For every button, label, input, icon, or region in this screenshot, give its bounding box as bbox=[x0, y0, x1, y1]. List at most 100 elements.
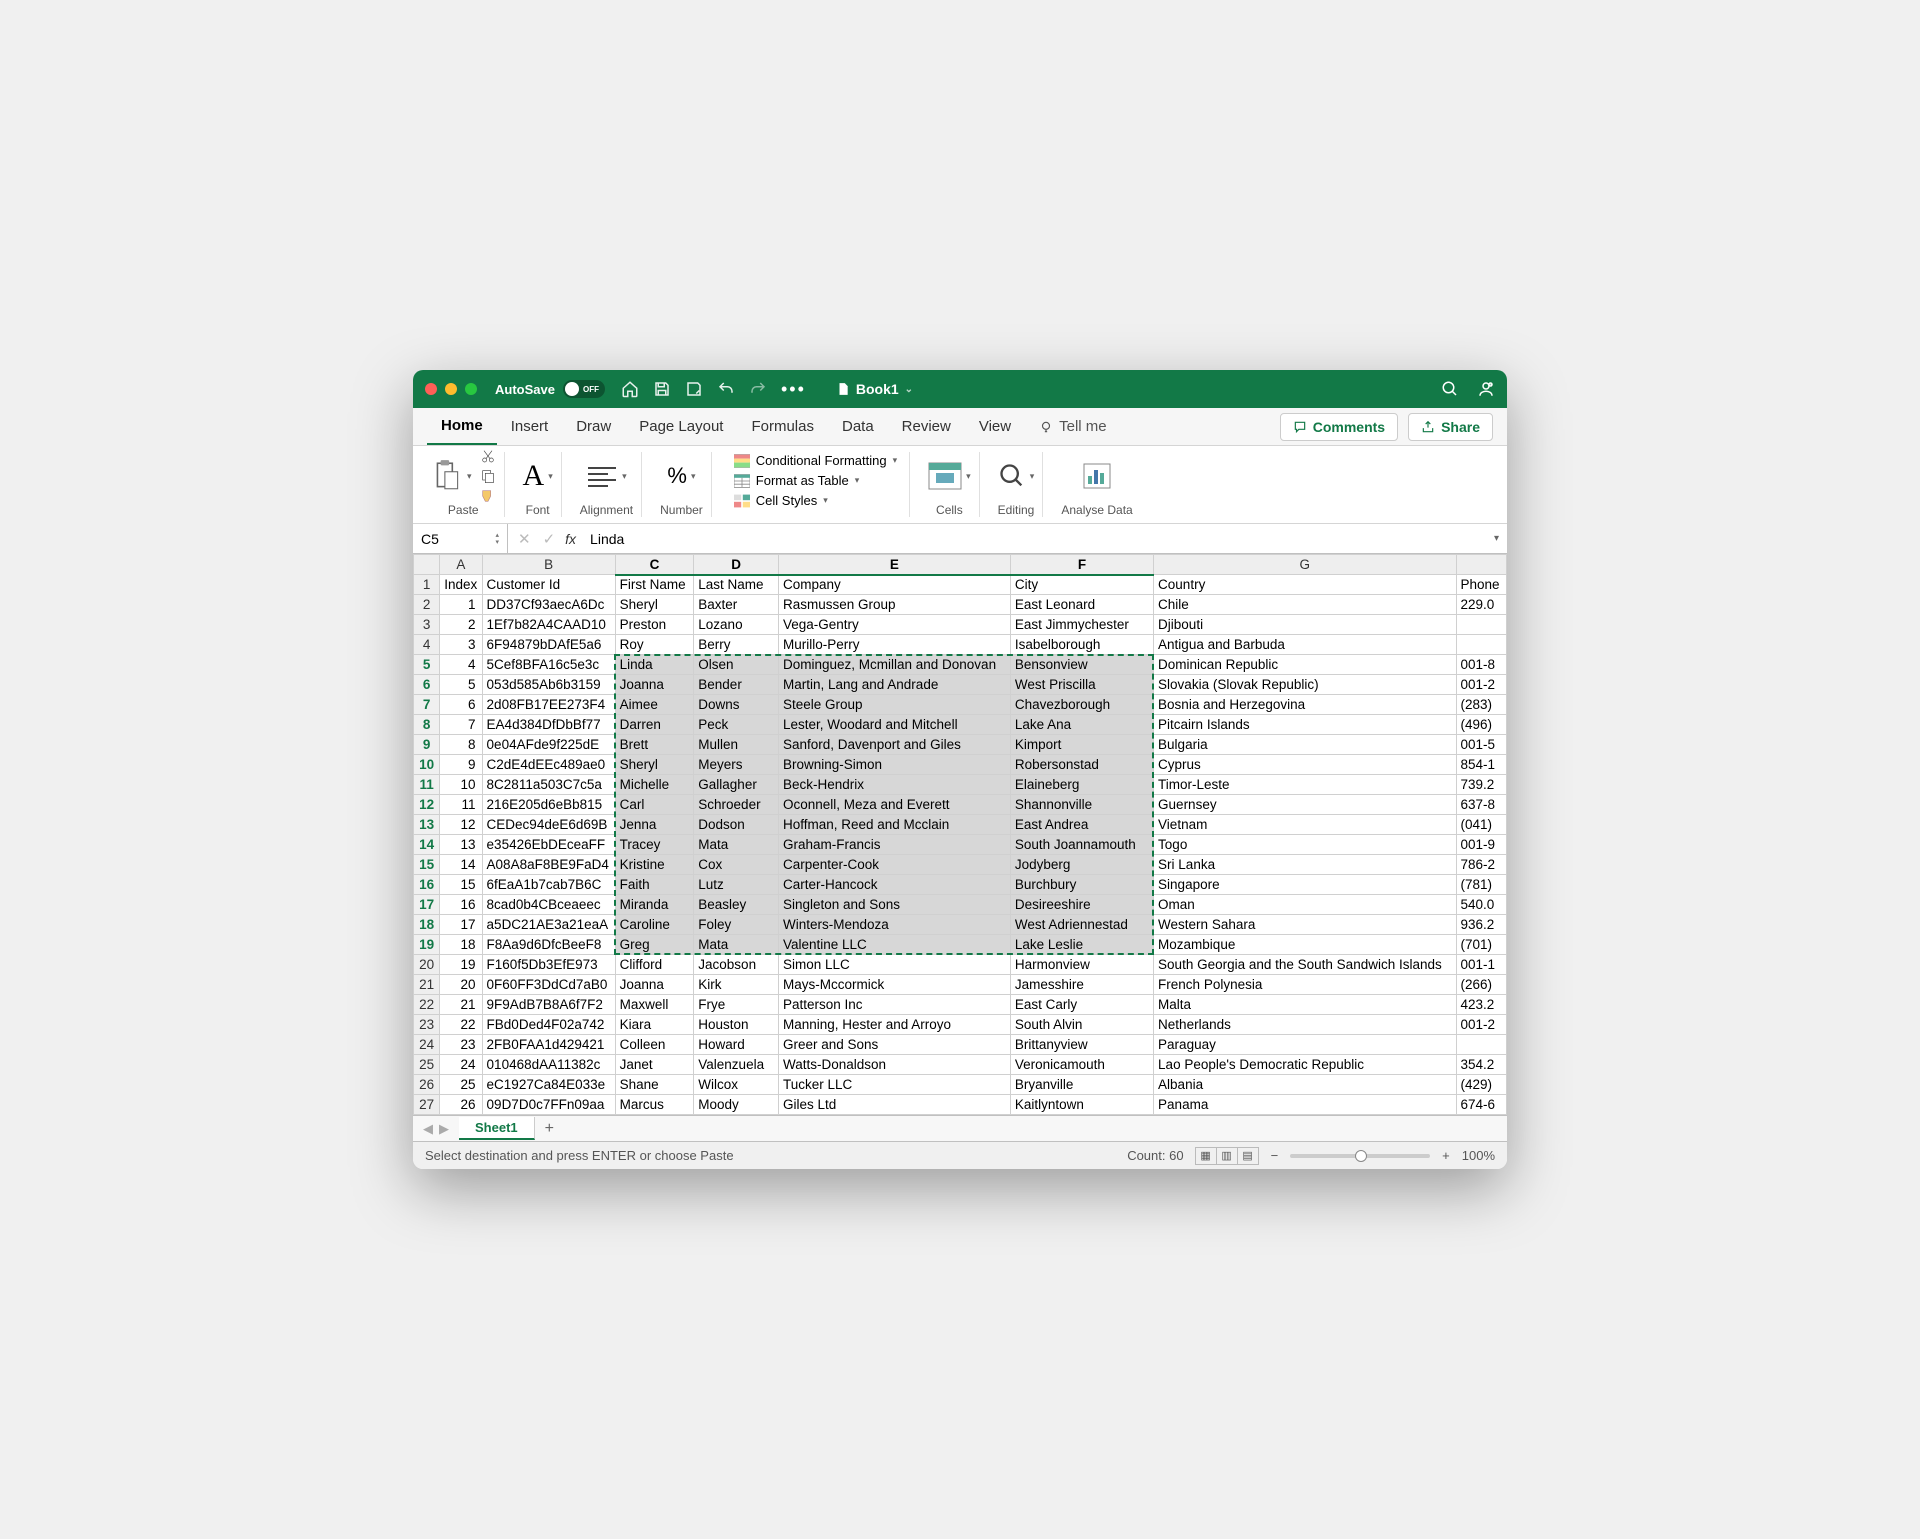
cell[interactable]: 09D7D0c7FFn09aa bbox=[482, 1095, 615, 1115]
cell[interactable]: 11 bbox=[440, 795, 482, 815]
cell[interactable]: Brittanyview bbox=[1010, 1035, 1153, 1055]
close-icon[interactable] bbox=[425, 383, 437, 395]
cell[interactable]: Patterson Inc bbox=[778, 995, 1010, 1015]
tell-me[interactable]: Tell me bbox=[1025, 408, 1121, 445]
cell[interactable]: Caroline bbox=[615, 915, 694, 935]
cell[interactable]: Mullen bbox=[694, 735, 779, 755]
cell[interactable]: Martin, Lang and Andrade bbox=[778, 675, 1010, 695]
col-header-E[interactable]: E bbox=[778, 555, 1010, 575]
cell[interactable]: A08A8aF8BE9FaD4 bbox=[482, 855, 615, 875]
cell[interactable]: 25 bbox=[440, 1075, 482, 1095]
cell[interactable]: Houston bbox=[694, 1015, 779, 1035]
cell[interactable]: 354.2 bbox=[1456, 1055, 1506, 1075]
cell[interactable]: 1Ef7b82A4CAAD10 bbox=[482, 615, 615, 635]
cell[interactable]: (496) bbox=[1456, 715, 1506, 735]
cell[interactable]: Guernsey bbox=[1154, 795, 1456, 815]
cell[interactable]: Tracey bbox=[615, 835, 694, 855]
row-header[interactable]: 18 bbox=[414, 915, 440, 935]
cell[interactable]: (701) bbox=[1456, 935, 1506, 955]
cell[interactable]: Beasley bbox=[694, 895, 779, 915]
cell[interactable]: Bryanville bbox=[1010, 1075, 1153, 1095]
view-break-icon[interactable]: ▤ bbox=[1237, 1147, 1259, 1165]
cell[interactable]: Shane bbox=[615, 1075, 694, 1095]
cell[interactable]: Djibouti bbox=[1154, 615, 1456, 635]
cell[interactable]: 8cad0b4CBceaeec bbox=[482, 895, 615, 915]
row-header[interactable]: 3 bbox=[414, 615, 440, 635]
cell[interactable]: C2dE4dEEc489ae0 bbox=[482, 755, 615, 775]
col-header-A[interactable]: A bbox=[440, 555, 482, 575]
formula-input[interactable]: Linda bbox=[584, 531, 1486, 547]
cell[interactable]: 2d08FB17EE273F4 bbox=[482, 695, 615, 715]
cell[interactable]: 8C2811a503C7c5a bbox=[482, 775, 615, 795]
row-header[interactable]: 8 bbox=[414, 715, 440, 735]
cell[interactable]: Antigua and Barbuda bbox=[1154, 635, 1456, 655]
cell[interactable]: Cox bbox=[694, 855, 779, 875]
cell[interactable]: Foley bbox=[694, 915, 779, 935]
cell[interactable]: Carter-Hancock bbox=[778, 875, 1010, 895]
cell[interactable]: Vietnam bbox=[1154, 815, 1456, 835]
undo-icon[interactable] bbox=[717, 380, 735, 398]
cell[interactable]: 16 bbox=[440, 895, 482, 915]
cell[interactable]: Valenzuela bbox=[694, 1055, 779, 1075]
cell[interactable]: Isabelborough bbox=[1010, 635, 1153, 655]
cell[interactable]: West Priscilla bbox=[1010, 675, 1153, 695]
cell[interactable]: Marcus bbox=[615, 1095, 694, 1115]
zoom-out-button[interactable]: − bbox=[1271, 1148, 1279, 1163]
cell[interactable]: Schroeder bbox=[694, 795, 779, 815]
cell[interactable]: Carl bbox=[615, 795, 694, 815]
col-header-H[interactable] bbox=[1456, 555, 1506, 575]
cell[interactable]: Beck-Hendrix bbox=[778, 775, 1010, 795]
save-as-icon[interactable] bbox=[685, 380, 703, 398]
cell[interactable]: Togo bbox=[1154, 835, 1456, 855]
cell[interactable]: (781) bbox=[1456, 875, 1506, 895]
cell[interactable]: Manning, Hester and Arroyo bbox=[778, 1015, 1010, 1035]
cell[interactable]: 010468dAA11382c bbox=[482, 1055, 615, 1075]
cell[interactable]: Lozano bbox=[694, 615, 779, 635]
sheet-tab[interactable]: Sheet1 bbox=[459, 1117, 535, 1140]
cell[interactable]: Bulgaria bbox=[1154, 735, 1456, 755]
cell[interactable]: South Alvin bbox=[1010, 1015, 1153, 1035]
cell[interactable]: Jenna bbox=[615, 815, 694, 835]
cell[interactable]: 5 bbox=[440, 675, 482, 695]
cell[interactable]: Chavezborough bbox=[1010, 695, 1153, 715]
cell[interactable]: Timor-Leste bbox=[1154, 775, 1456, 795]
redo-icon[interactable] bbox=[749, 380, 767, 398]
spreadsheet-grid[interactable]: ABCDEFG1 IndexCustomer IdFirst NameLast … bbox=[413, 554, 1507, 1115]
cell[interactable]: Robersonstad bbox=[1010, 755, 1153, 775]
chevron-down-icon[interactable]: ▾ bbox=[467, 471, 472, 482]
cell[interactable]: Burchbury bbox=[1010, 875, 1153, 895]
cell[interactable]: Howard bbox=[694, 1035, 779, 1055]
row-header[interactable]: 9 bbox=[414, 735, 440, 755]
cell[interactable]: 15 bbox=[440, 875, 482, 895]
doc-title[interactable]: Book1 ⌄ bbox=[836, 381, 913, 397]
cell[interactable]: 22 bbox=[440, 1015, 482, 1035]
cell[interactable]: 001-9 bbox=[1456, 835, 1506, 855]
cell[interactable]: French Polynesia bbox=[1154, 975, 1456, 995]
row-header[interactable]: 21 bbox=[414, 975, 440, 995]
cell[interactable]: Oman bbox=[1154, 895, 1456, 915]
cell[interactable]: Joanna bbox=[615, 975, 694, 995]
cell[interactable]: F8Aa9d6DfcBeeF8 bbox=[482, 935, 615, 955]
cells-icon[interactable] bbox=[928, 462, 962, 490]
cell[interactable]: Greg bbox=[615, 935, 694, 955]
cell[interactable]: Sri Lanka bbox=[1154, 855, 1456, 875]
cell[interactable]: 17 bbox=[440, 915, 482, 935]
row-header[interactable]: 14 bbox=[414, 835, 440, 855]
cell[interactable]: Cyprus bbox=[1154, 755, 1456, 775]
row-header[interactable]: 22 bbox=[414, 995, 440, 1015]
row-header[interactable]: 20 bbox=[414, 955, 440, 975]
cell[interactable]: Downs bbox=[694, 695, 779, 715]
cell[interactable]: EA4d384DfDbBf77 bbox=[482, 715, 615, 735]
cell[interactable]: Brett bbox=[615, 735, 694, 755]
cut-icon[interactable] bbox=[480, 448, 496, 464]
cell[interactable]: Simon LLC bbox=[778, 955, 1010, 975]
cell[interactable]: Michelle bbox=[615, 775, 694, 795]
row-header[interactable]: 13 bbox=[414, 815, 440, 835]
row-header[interactable]: 25 bbox=[414, 1055, 440, 1075]
cell[interactable]: 6fEaA1b7cab7B6C bbox=[482, 875, 615, 895]
cell[interactable] bbox=[1456, 635, 1506, 655]
cell[interactable]: 001-2 bbox=[1456, 1015, 1506, 1035]
select-all-cell[interactable] bbox=[414, 555, 440, 575]
copy-icon[interactable] bbox=[480, 468, 496, 484]
editing-icon[interactable] bbox=[998, 462, 1026, 490]
